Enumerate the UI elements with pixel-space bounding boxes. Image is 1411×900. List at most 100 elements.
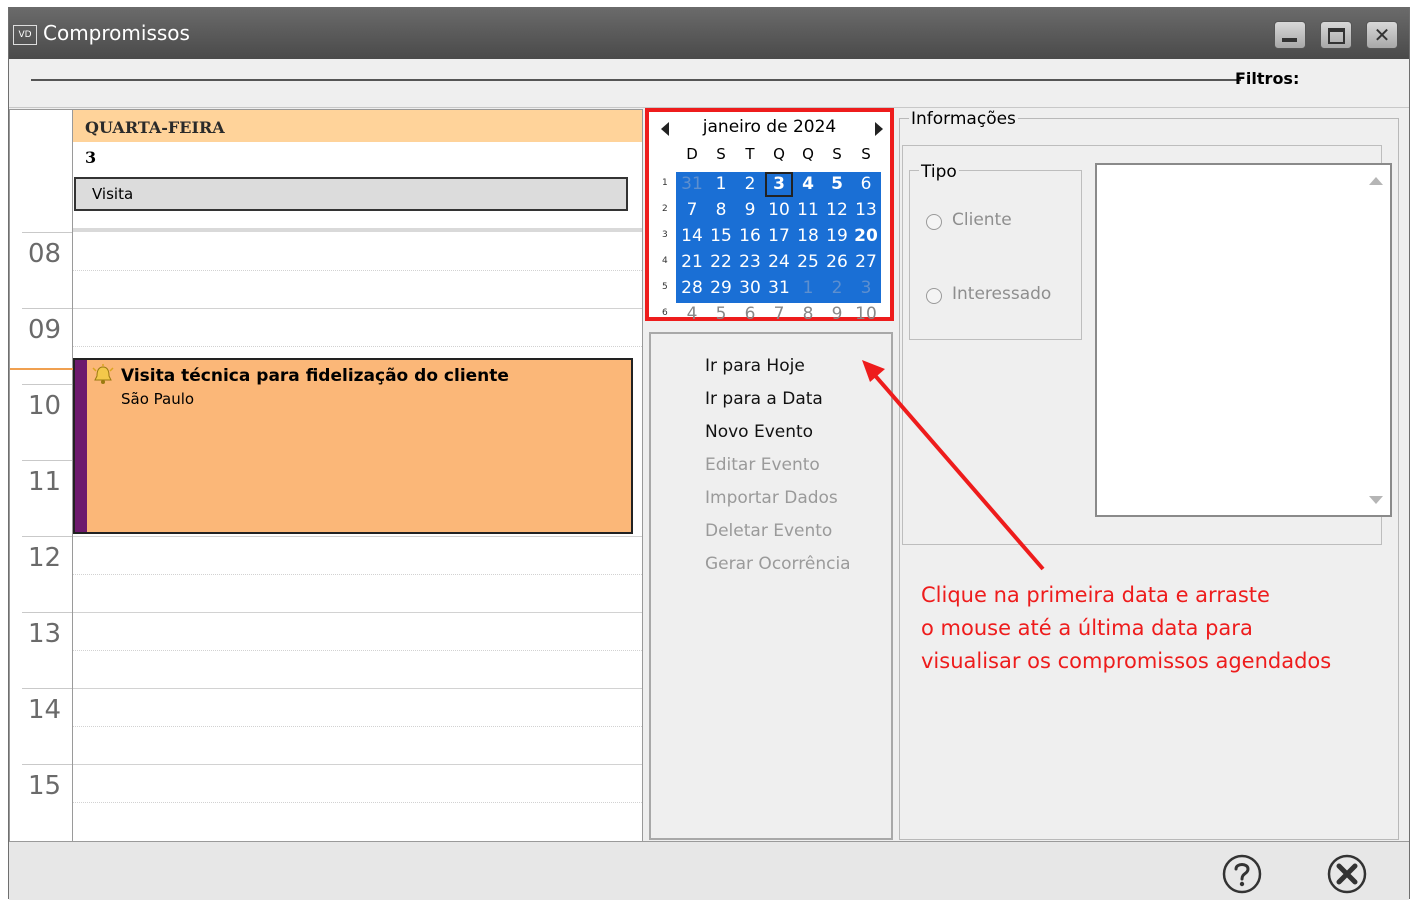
mini-calendar[interactable]: janeiro de 2024 D S T Q Q S S 1 2 3 4 5 … (645, 108, 894, 324)
calendar-day[interactable]: 17 (765, 226, 793, 246)
calendar-day[interactable]: 11 (794, 200, 822, 220)
calendar-day[interactable]: 31 (678, 174, 706, 194)
day-header[interactable]: QUARTA-FEIRA (73, 110, 642, 142)
title-bar[interactable]: VD Compromissos ✕ (9, 7, 1409, 59)
hour-label: 08 (28, 239, 62, 269)
calendar-day[interactable]: 3 (765, 174, 793, 194)
hour-line (73, 536, 642, 537)
calendar-day[interactable]: 19 (823, 226, 851, 246)
calendar-day[interactable]: 7 (678, 200, 706, 220)
all-day-separator (73, 228, 642, 232)
weekday-header: T (745, 145, 755, 163)
week-number: 5 (662, 282, 668, 292)
bottom-bar (9, 841, 1409, 900)
day-number: 3 (85, 148, 97, 167)
calendar-day[interactable]: 30 (736, 278, 764, 298)
calendar-day[interactable]: 1 (794, 278, 822, 298)
weekday-header: D (686, 145, 698, 163)
close-window-button[interactable]: ✕ (1366, 21, 1398, 49)
calendar-day[interactable]: 31 (765, 278, 793, 298)
hour-slot-08: 08 (22, 232, 72, 309)
calendar-day[interactable]: 29 (707, 278, 735, 298)
calendar-day[interactable]: 20 (852, 226, 880, 246)
interessado-radio-label: Interessado (952, 284, 1052, 304)
calendar-day[interactable]: 6 (736, 304, 764, 324)
hour-line (73, 612, 642, 613)
calendar-day[interactable]: 2 (823, 278, 851, 298)
calendar-day[interactable]: 26 (823, 252, 851, 272)
calendar-day[interactable]: 18 (794, 226, 822, 246)
calendar-day[interactable]: 8 (794, 304, 822, 324)
import-data-link[interactable]: Importar Dados (705, 488, 838, 508)
go-to-date-link[interactable]: Ir para a Data (705, 389, 823, 409)
help-icon[interactable] (1222, 854, 1262, 894)
annotation-line: visualisar os compromissos agendados (921, 649, 1332, 673)
calendar-day[interactable]: 24 (765, 252, 793, 272)
calendar-day[interactable]: 5 (823, 174, 851, 194)
calendar-day[interactable]: 4 (678, 304, 706, 324)
hour-slot-11: 11 (22, 460, 72, 537)
next-month-icon[interactable] (875, 122, 883, 136)
week-number: 2 (662, 204, 668, 214)
calendar-day[interactable]: 9 (736, 200, 764, 220)
calendar-day[interactable]: 25 (794, 252, 822, 272)
calendar-day[interactable]: 27 (852, 252, 880, 272)
maximize-button[interactable] (1320, 21, 1352, 49)
cliente-radio[interactable] (926, 214, 942, 230)
day-name: QUARTA-FEIRA (85, 118, 225, 137)
half-hour-line (73, 574, 642, 575)
calendar-day[interactable]: 5 (707, 304, 735, 324)
calendar-day[interactable]: 3 (852, 278, 880, 298)
calendar-day[interactable]: 12 (823, 200, 851, 220)
hour-label: 09 (28, 315, 62, 345)
go-today-link[interactable]: Ir para Hoje (705, 356, 805, 376)
hour-slot-12: 12 (22, 536, 72, 613)
weekday-header: S (832, 145, 842, 163)
calendar-day[interactable]: 23 (736, 252, 764, 272)
actions-panel: Ir para Hoje Ir para a Data Novo Evento … (649, 332, 893, 840)
hour-label: 10 (28, 391, 62, 421)
current-time-line (10, 368, 74, 370)
scroll-up-icon[interactable] (1369, 177, 1383, 185)
calendar-day[interactable]: 14 (678, 226, 706, 246)
hour-slot-15: 15 (22, 764, 72, 841)
week-number: 3 (662, 230, 668, 240)
scroll-down-icon[interactable] (1369, 496, 1383, 504)
hour-line (73, 688, 642, 689)
calendar-day[interactable]: 15 (707, 226, 735, 246)
calendar-day[interactable]: 13 (852, 200, 880, 220)
week-number: 4 (662, 256, 668, 266)
day-view[interactable]: 08 09 10 11 12 13 14 15 QUARTA-FEIRA 3 V… (9, 109, 643, 843)
all-day-event[interactable]: Visita (74, 177, 628, 211)
event-location: São Paulo (121, 390, 195, 408)
cliente-radio-label: Cliente (952, 210, 1012, 230)
calendar-day[interactable]: 6 (852, 174, 880, 194)
calendar-day[interactable]: 10 (765, 200, 793, 220)
calendar-day[interactable]: 9 (823, 304, 851, 324)
filter-divider (31, 79, 1241, 81)
calendar-day[interactable]: 4 (794, 174, 822, 194)
weekday-header: S (861, 145, 871, 163)
calendar-day[interactable]: 2 (736, 174, 764, 194)
generate-occurrence-link[interactable]: Gerar Ocorrência (705, 554, 851, 574)
info-listbox[interactable] (1095, 163, 1392, 517)
new-event-link[interactable]: Novo Evento (705, 422, 813, 442)
edit-event-link[interactable]: Editar Evento (705, 455, 820, 475)
calendar-day[interactable]: 1 (707, 174, 735, 194)
calendar-day[interactable]: 28 (678, 278, 706, 298)
event-block[interactable]: Visita técnica para fidelização do clien… (73, 358, 633, 534)
close-circle-icon[interactable] (1327, 854, 1367, 894)
annotation-line: Clique na primeira data e arraste (921, 583, 1270, 607)
calendar-month-title: janeiro de 2024 (702, 117, 837, 137)
calendar-day[interactable]: 7 (765, 304, 793, 324)
calendar-day[interactable]: 8 (707, 200, 735, 220)
minimize-button[interactable] (1274, 21, 1306, 49)
calendar-day[interactable]: 16 (736, 226, 764, 246)
calendar-day[interactable]: 22 (707, 252, 735, 272)
calendar-day[interactable]: 10 (852, 304, 880, 324)
half-hour-line (73, 726, 642, 727)
interessado-radio[interactable] (926, 288, 942, 304)
annotation-line: o mouse até a última data para (921, 616, 1253, 640)
calendar-day[interactable]: 21 (678, 252, 706, 272)
delete-event-link[interactable]: Deletar Evento (705, 521, 832, 541)
